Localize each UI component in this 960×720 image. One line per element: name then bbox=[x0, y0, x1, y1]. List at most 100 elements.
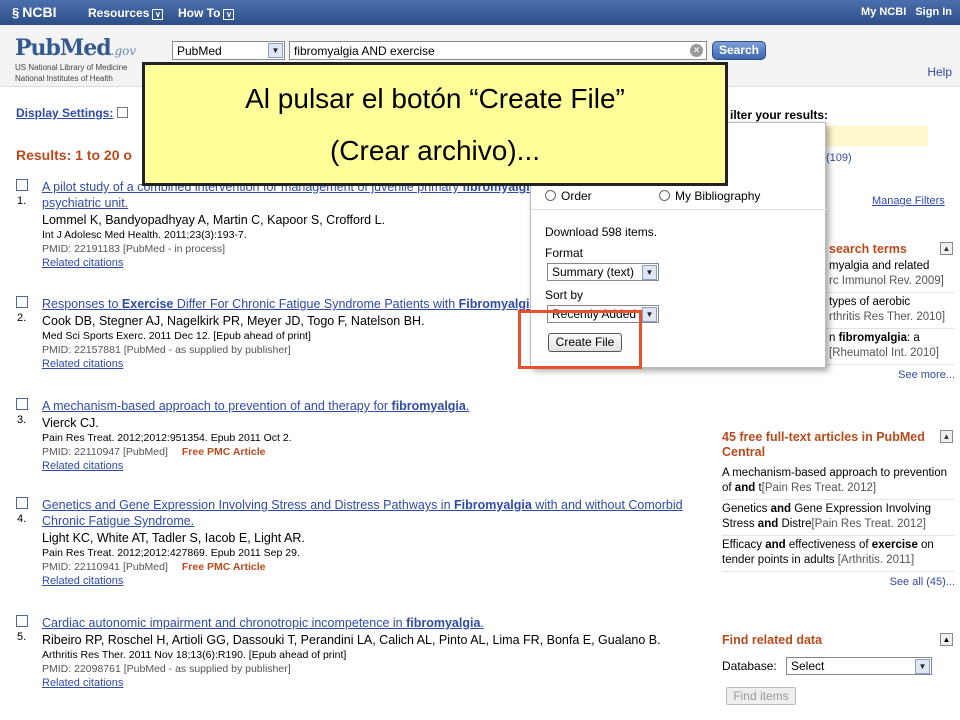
related-database-value: Select bbox=[791, 659, 825, 673]
logo-med: Med bbox=[59, 35, 112, 61]
result-authors: Ribeiro RP, Roschel H, Artioli GG, Dasso… bbox=[42, 633, 661, 647]
database-select[interactable]: PubMed ▼ bbox=[172, 41, 285, 60]
result-authors: Vierck CJ. bbox=[42, 416, 99, 430]
chevron-down-icon: ▼ bbox=[642, 307, 657, 322]
account-links: My NCBI Sign In bbox=[855, 6, 952, 18]
result-number: 2. bbox=[17, 312, 27, 324]
resources-label: Resources bbox=[88, 6, 150, 20]
result-pmid: PMID: 22110947 [PubMed] Free PMC Article bbox=[42, 445, 712, 459]
find-items-button[interactable]: Find items bbox=[726, 687, 796, 705]
radio-bibliography-label: My Bibliography bbox=[675, 189, 761, 203]
collapse-icon[interactable]: ▲ bbox=[940, 242, 953, 255]
tutorial-callout: Al pulsar el botón “Create File” (Crear … bbox=[142, 62, 728, 186]
sign-in-link[interactable]: Sign In bbox=[915, 6, 952, 18]
manage-filters-link[interactable]: Manage Filters bbox=[872, 195, 945, 207]
logo-subtitle-nih: National Institutes of Health bbox=[15, 74, 113, 83]
see-all-link[interactable]: See all (45)... bbox=[722, 572, 955, 588]
how-to-menu[interactable]: How To ∨ bbox=[178, 6, 235, 20]
result-body: A mechanism-based approach to prevention… bbox=[42, 398, 712, 473]
database-select-value: PubMed bbox=[177, 44, 222, 58]
collapse-icon[interactable]: ▲ bbox=[940, 430, 953, 443]
display-settings[interactable]: Display Settings: bbox=[16, 106, 128, 120]
filter-count[interactable]: (109) bbox=[826, 152, 852, 164]
free-fulltext-item[interactable]: Genetics and Gene Expression Involving S… bbox=[722, 500, 955, 536]
ncbi-label: NCBI bbox=[22, 4, 57, 20]
ncbi-logo[interactable]: § NCBI bbox=[12, 4, 56, 20]
chevron-down-icon[interactable] bbox=[116, 107, 128, 118]
free-pmc-article-link[interactable]: Free PMC Article bbox=[182, 446, 266, 458]
search-button[interactable]: Search bbox=[712, 41, 766, 60]
radio-icon bbox=[545, 190, 556, 201]
result-journal: Pain Res Treat. 2012;2012:427869. Epub 2… bbox=[42, 547, 300, 559]
radio-order[interactable]: Order bbox=[545, 189, 592, 203]
format-select[interactable]: Summary (text) ▼ bbox=[547, 263, 659, 281]
resources-menu[interactable]: Resources ∨ bbox=[88, 6, 164, 20]
result-pmid: PMID: 22098761 [PubMed - as supplied by … bbox=[42, 662, 712, 676]
related-database-select[interactable]: Select ▼ bbox=[786, 657, 932, 675]
result-number: 1. bbox=[17, 195, 27, 207]
result-body: Cardiac autonomic impairment and chronot… bbox=[42, 615, 712, 690]
result-authors: Light KC, White AT, Tadler S, Iacob E, L… bbox=[42, 531, 305, 545]
ncbi-top-bar: § NCBI Resources ∨ How To ∨ My NCBI Sign In bbox=[0, 0, 960, 25]
collapse-icon[interactable]: ▲ bbox=[940, 633, 953, 646]
result-checkbox[interactable] bbox=[16, 179, 28, 191]
free-fulltext-item[interactable]: A mechanism-based approach to prevention… bbox=[722, 464, 955, 500]
result-checkbox[interactable] bbox=[16, 398, 28, 410]
logo-gov: .gov bbox=[110, 44, 137, 58]
callout-line-1: Al pulsar el botón “Create File” bbox=[245, 83, 625, 114]
results-count: Results: 1 to 20 o bbox=[16, 147, 132, 163]
create-file-highlight-box bbox=[518, 310, 642, 369]
radio-icon bbox=[659, 190, 670, 201]
result-journal: Arthritis Res Ther. 2011 Nov 18;13(6):R1… bbox=[42, 649, 347, 661]
chevron-down-icon: ∨ bbox=[152, 9, 164, 20]
result-pmid-text: PMID: 22098761 [PubMed - as supplied by … bbox=[42, 663, 291, 675]
display-settings-link[interactable]: Display Settings: bbox=[16, 106, 113, 120]
radio-my-bibliography[interactable]: My Bibliography bbox=[659, 189, 760, 203]
sort-by-label: Sort by bbox=[545, 288, 584, 302]
result-pmid-text: PMID: 22110947 [PubMed] bbox=[42, 446, 168, 458]
chevron-down-icon: ▼ bbox=[915, 659, 930, 674]
result-checkbox[interactable] bbox=[16, 497, 28, 509]
result-pmid-text: PMID: 22191183 [PubMed - in process] bbox=[42, 243, 226, 255]
chevron-down-icon: ▼ bbox=[642, 265, 657, 280]
free-fulltext-items: A mechanism-based approach to prevention… bbox=[722, 464, 955, 572]
help-link[interactable]: Help bbox=[927, 65, 952, 79]
format-select-value: Summary (text) bbox=[552, 265, 635, 279]
result-journal: Pain Res Treat. 2012;2012:951354. Epub 2… bbox=[42, 432, 292, 444]
format-label: Format bbox=[545, 246, 584, 260]
database-label: Database: bbox=[722, 659, 777, 673]
ncbi-helix-icon: § bbox=[12, 5, 20, 20]
search-input[interactable] bbox=[289, 41, 707, 60]
result-number: 4. bbox=[17, 513, 27, 525]
logo-pub: Pub bbox=[15, 35, 61, 61]
find-related-box: Find related data ▲ Database: Select ▼ F… bbox=[722, 633, 955, 705]
result-title-link[interactable]: Genetics and Gene Expression Involving S… bbox=[42, 497, 712, 529]
popup-divider bbox=[531, 209, 827, 210]
free-fulltext-item[interactable]: Efficacy and effectiveness of exercise o… bbox=[722, 536, 955, 572]
chevron-down-icon: ▼ bbox=[268, 43, 283, 58]
result-number: 5. bbox=[17, 631, 27, 643]
my-ncbi-link[interactable]: My NCBI bbox=[861, 6, 906, 18]
related-citations-link[interactable]: Related citations bbox=[42, 459, 712, 473]
chevron-down-icon: ∨ bbox=[223, 9, 235, 20]
how-to-label: How To bbox=[178, 6, 221, 20]
result-body: Genetics and Gene Expression Involving S… bbox=[42, 497, 712, 588]
free-fulltext-box: 45 free full-text articles in PubMed Cen… bbox=[722, 430, 955, 588]
pubmed-logo[interactable]: PubMed.gov US National Library of Medici… bbox=[15, 35, 136, 83]
logo-subtitle-nlm: US National Library of Medicine bbox=[15, 63, 128, 72]
result-pmid-text: PMID: 22110941 [PubMed] bbox=[42, 561, 168, 573]
related-citations-link[interactable]: Related citations bbox=[42, 574, 712, 588]
related-citations-link[interactable]: Related citations bbox=[42, 676, 712, 690]
result-checkbox[interactable] bbox=[16, 615, 28, 627]
filter-count-value: 109) bbox=[829, 152, 852, 164]
find-related-header: Find related data bbox=[722, 633, 823, 647]
filter-results-title: ilter your results: bbox=[730, 108, 829, 122]
download-count-text: Download 598 items. bbox=[545, 225, 658, 239]
clear-search-icon[interactable]: ✕ bbox=[690, 44, 703, 57]
result-title-link[interactable]: A mechanism-based approach to prevention… bbox=[42, 398, 712, 414]
result-pmid-text: PMID: 22157881 [PubMed - as supplied by … bbox=[42, 344, 291, 356]
free-fulltext-header: 45 free full-text articles in PubMed Cen… bbox=[722, 430, 925, 459]
result-checkbox[interactable] bbox=[16, 296, 28, 308]
free-pmc-article-link[interactable]: Free PMC Article bbox=[182, 561, 266, 573]
result-title-link[interactable]: Cardiac autonomic impairment and chronot… bbox=[42, 615, 712, 631]
